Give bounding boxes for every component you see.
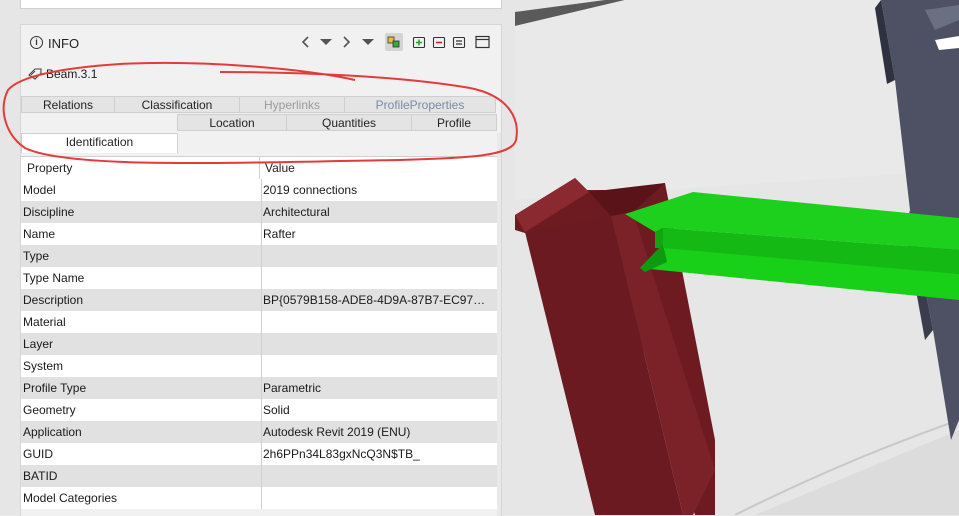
add-icon[interactable]: [410, 33, 428, 51]
table-row[interactable]: Type Name: [21, 267, 497, 289]
panel-title: INFO: [48, 36, 80, 51]
property-name: Material: [23, 315, 66, 329]
remove-icon[interactable]: [430, 33, 448, 51]
tab-relations[interactable]: Relations: [21, 96, 115, 113]
tab-profileproperties[interactable]: ProfileProperties: [344, 96, 496, 113]
property-name: BATID: [23, 469, 58, 483]
scrollbar-edge: [497, 133, 501, 516]
element-name: Beam.3.1: [46, 67, 98, 81]
property-name: Profile Type: [23, 381, 87, 395]
chevron-right-icon[interactable]: [337, 33, 355, 51]
property-name: Application: [23, 425, 82, 439]
property-value: [261, 487, 493, 509]
table-row[interactable]: Description BP{0579B158-ADE8-4D9A-87B7-EC…: [21, 289, 497, 311]
table-row[interactable]: BATID: [21, 465, 497, 487]
property-name: Name: [23, 227, 56, 241]
list-icon[interactable]: [450, 33, 468, 51]
property-name: Discipline: [23, 205, 75, 219]
table-row[interactable]: GUID 2h6PPn34L83gxNcQ3N$TB_: [21, 443, 497, 465]
table-row[interactable]: Profile Type Parametric: [21, 377, 497, 399]
info-icon: i: [30, 36, 43, 49]
info-card: i INFO Beam.3.1 Relations Classification…: [20, 24, 502, 516]
window-icon[interactable]: [473, 33, 491, 51]
table-row[interactable]: Layer: [21, 333, 497, 355]
property-value: Parametric: [261, 377, 493, 399]
property-value: [261, 333, 493, 355]
property-name: System: [23, 359, 64, 373]
info-panel: i INFO Beam.3.1 Relations Classification…: [0, 0, 515, 516]
previous-panel-card: [20, 0, 502, 9]
table-header: Property Value: [21, 156, 497, 180]
model-scene[interactable]: [515, 0, 959, 515]
3d-viewport[interactable]: [515, 0, 959, 515]
column-header-value: Value: [265, 161, 295, 175]
property-name: Geometry: [23, 403, 76, 417]
cubes-icon[interactable]: [385, 33, 403, 51]
tag-icon: [28, 68, 42, 80]
table-row[interactable]: Material: [21, 311, 497, 333]
property-name: Model Categories: [23, 491, 118, 505]
property-name: Type: [23, 249, 50, 263]
property-name: Model: [23, 183, 56, 197]
property-value: 2019 connections: [261, 179, 493, 201]
table-row[interactable]: Model 2019 connections: [21, 179, 497, 201]
property-value: BP{0579B158-ADE8-4D9A-87B7-EC97D222...: [261, 289, 493, 311]
property-value: Autodesk Revit 2019 (ENU): [261, 421, 493, 443]
info-header: i INFO: [21, 25, 501, 61]
property-name: Layer: [23, 337, 54, 351]
property-name: GUID: [23, 447, 53, 461]
property-name: Description: [23, 293, 84, 307]
table-row[interactable]: Application Autodesk Revit 2019 (ENU): [21, 421, 497, 443]
property-name: Type Name: [23, 271, 85, 285]
chevron-left-icon[interactable]: [297, 33, 315, 51]
table-row[interactable]: Name Rafter: [21, 223, 497, 245]
property-value: [261, 311, 493, 333]
property-value: [261, 355, 493, 377]
tab-classification[interactable]: Classification: [114, 96, 240, 113]
table-row[interactable]: Discipline Architectural: [21, 201, 497, 223]
tab-hyperlinks[interactable]: Hyperlinks: [239, 96, 345, 113]
table-row[interactable]: Geometry Solid: [21, 399, 497, 421]
property-value: Rafter: [261, 223, 493, 245]
property-value: [261, 245, 493, 267]
tab-location[interactable]: Location: [177, 114, 287, 131]
tab-profile[interactable]: Profile: [411, 114, 497, 131]
caret-down-icon[interactable]: [359, 33, 377, 51]
property-value: Solid: [261, 399, 493, 421]
table-row[interactable]: Type: [21, 245, 497, 267]
table-row[interactable]: System: [21, 355, 497, 377]
property-value: Architectural: [261, 201, 493, 223]
tab-identification[interactable]: Identification: [21, 133, 178, 153]
property-value: [261, 267, 493, 289]
caret-down-icon[interactable]: [317, 33, 335, 51]
tab-quantities[interactable]: Quantities: [286, 114, 412, 131]
column-header-property: Property: [27, 161, 73, 175]
property-value: [261, 465, 493, 487]
property-value: 2h6PPn34L83gxNcQ3N$TB_: [261, 443, 493, 465]
table-row[interactable]: Model Categories: [21, 487, 497, 509]
